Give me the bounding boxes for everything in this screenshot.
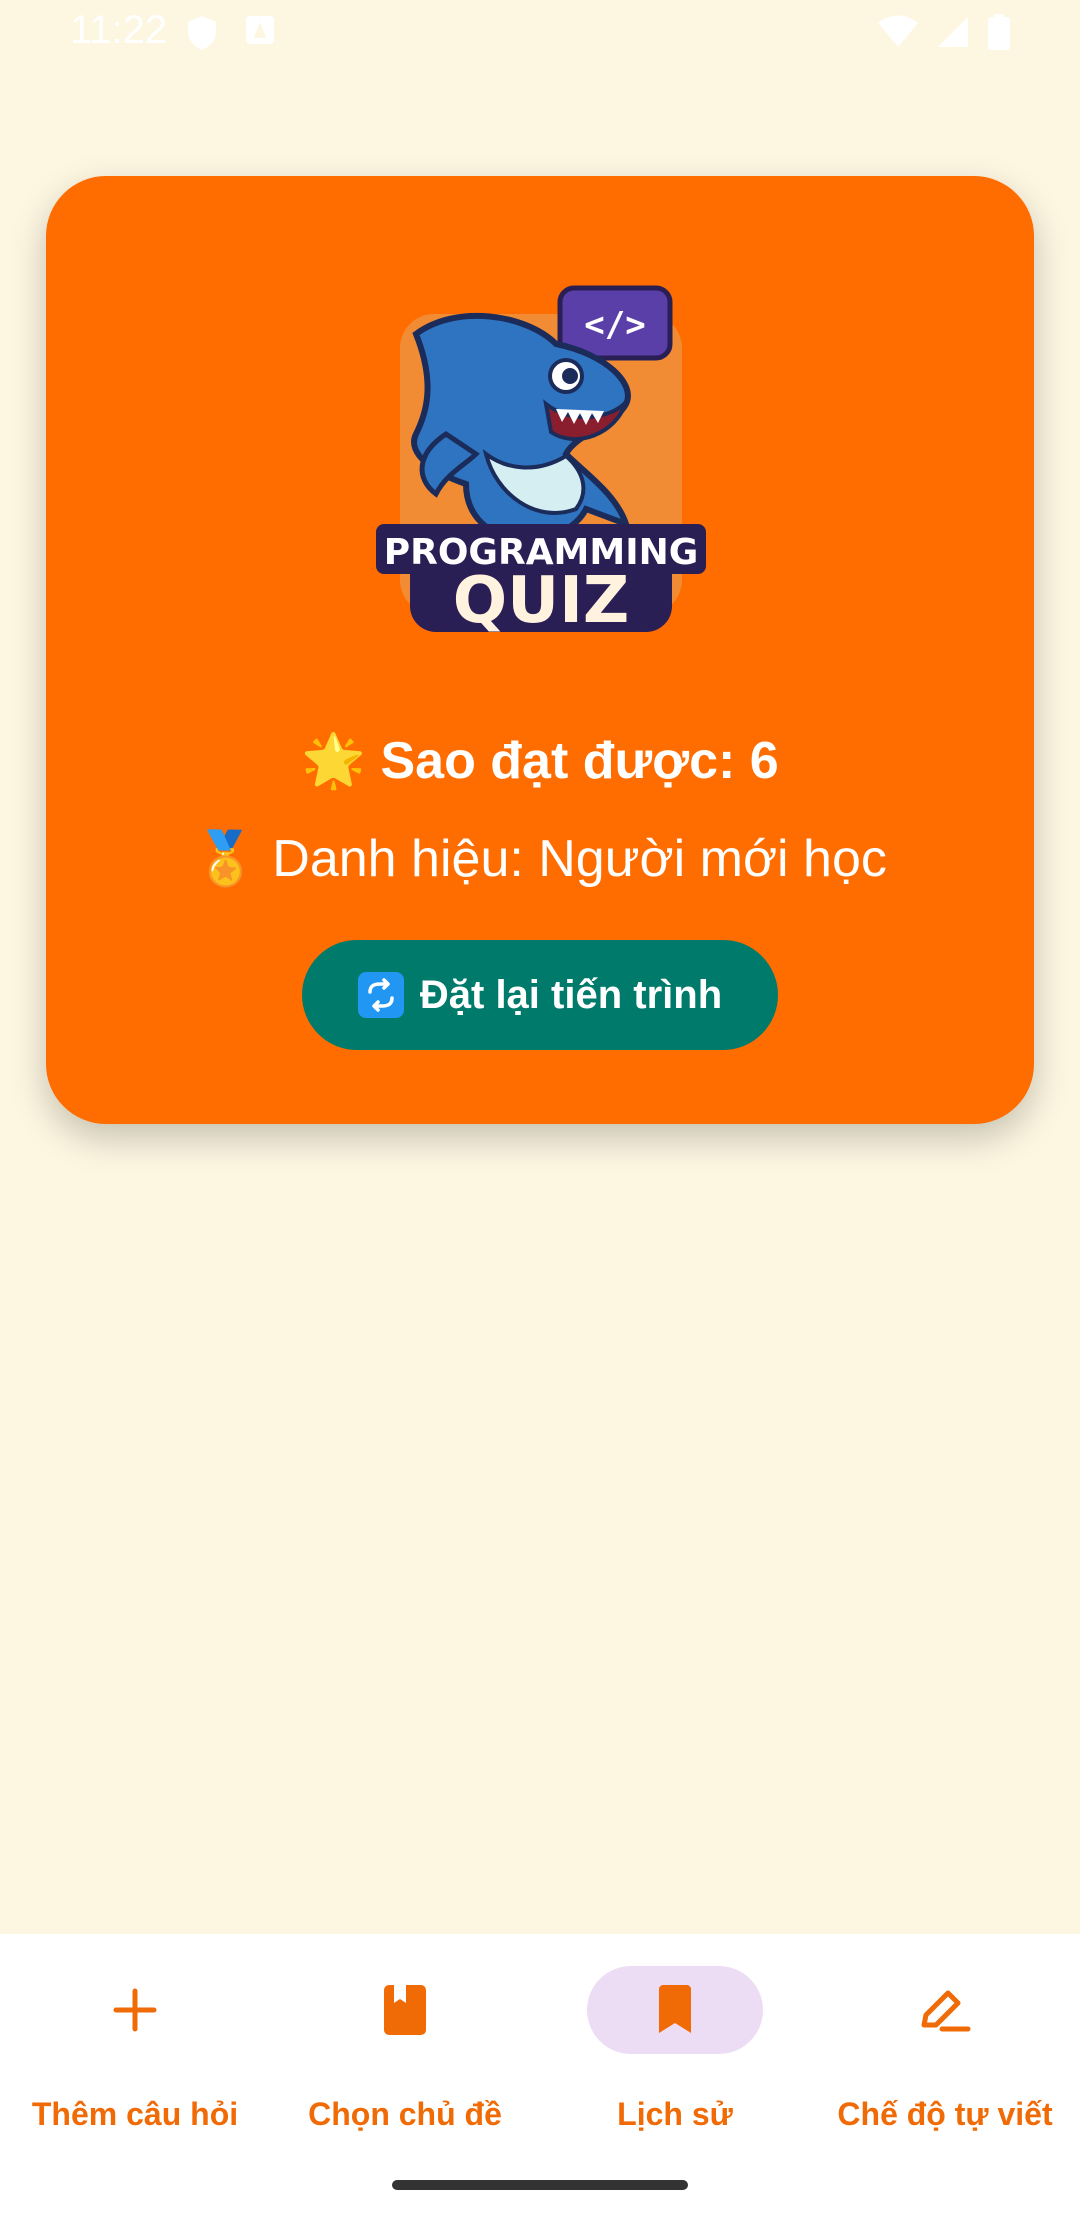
nav-label: Chọn chủ đề: [308, 2096, 502, 2132]
status-bar: 11:22: [0, 0, 1080, 64]
nav-pill: [857, 1966, 1033, 2054]
plus-icon: [113, 1988, 157, 2032]
pencil-icon: [921, 1990, 971, 2032]
status-icons-right: [878, 14, 1010, 50]
logo-line2: QUIZ: [453, 564, 630, 638]
progress-card: </> PROGRAMMING QUIZ 🌟 Sao đạt được: 6 🏅…: [46, 176, 1034, 1124]
logo-code-tag: </>: [584, 305, 645, 345]
nav-item-history[interactable]: Lịch sử: [540, 1934, 810, 2154]
bookmark-icon: [659, 1985, 691, 2033]
nav-pill: [47, 1966, 223, 2054]
rank-title-text: 🏅 Danh hiệu: Người mới học: [193, 830, 887, 888]
notification-icon: [246, 16, 274, 44]
battery-icon: [988, 14, 1010, 50]
nav-label: Thêm câu hỏi: [31, 2096, 239, 2132]
bottom-navigation: Thêm câu hỏi Chọn chủ đề Lịch sử Chế độ …: [0, 1934, 1080, 2220]
wifi-icon: [878, 15, 918, 47]
nav-pill-active: [587, 1966, 763, 2054]
repeat-icon: [357, 972, 404, 1018]
status-icons-left: [186, 14, 276, 52]
signal-icon: [938, 17, 968, 47]
nav-item-choose-topic[interactable]: Chọn chủ đề: [270, 1934, 540, 2154]
reset-progress-button[interactable]: Đặt lại tiến trình: [302, 940, 778, 1050]
home-indicator[interactable]: [392, 2180, 688, 2190]
stars-earned-text: 🌟 Sao đạt được: 6: [301, 732, 779, 790]
book-icon: [384, 1985, 426, 2035]
nav-item-add-question[interactable]: Thêm câu hỏi: [0, 1934, 270, 2154]
nav-item-self-write-mode[interactable]: Chế độ tự viết: [810, 1934, 1080, 2154]
nav-label: Chế độ tự viết: [837, 2096, 1053, 2132]
programming-quiz-logo: </> PROGRAMMING QUIZ: [376, 285, 706, 638]
shield-icon: [188, 16, 216, 50]
status-time: 11:22: [70, 8, 168, 52]
nav-pill: [317, 1966, 493, 2054]
nav-label: Lịch sử: [617, 2096, 733, 2132]
reset-progress-label: Đặt lại tiến trình: [419, 972, 723, 1017]
